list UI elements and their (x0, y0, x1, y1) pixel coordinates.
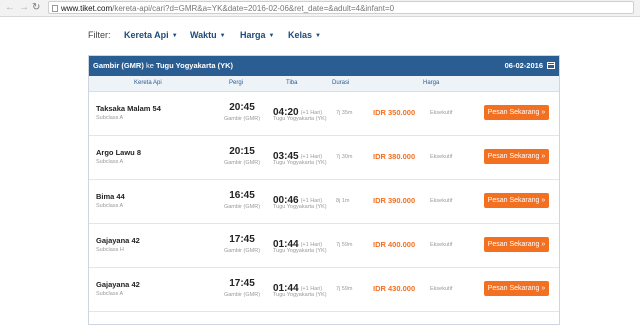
class-label: Eksekutif (430, 242, 453, 248)
book-now-button[interactable]: Pesan Sekarang » (484, 237, 549, 252)
col-duration[interactable]: Durasi (332, 76, 349, 91)
filter-kereta-api[interactable]: Kereta Api ▼ (124, 28, 178, 43)
filter-kelas[interactable]: Kelas ▼ (288, 28, 321, 43)
reload-icon[interactable]: ↻ (32, 1, 40, 15)
book-now-button[interactable]: Pesan Sekarang » (484, 193, 549, 208)
train-subclass: Subclass H (96, 247, 124, 253)
departure-time: 17:45 (229, 234, 255, 245)
departure-time: 17:45 (229, 278, 255, 289)
train-row: Argo Lawu 8 Subclass A 20:15 Gambir (GMR… (89, 136, 559, 180)
url-host: www.tiket.com (61, 4, 113, 13)
duration: 7j 35m (336, 110, 353, 116)
url-path: /kereta-api/cari?d=GMR&a=YK&date=2016-02… (112, 4, 395, 13)
train-subclass: Subclass A (96, 159, 124, 165)
class-label: Eksekutif (430, 154, 453, 160)
route-connector: ke (145, 61, 154, 70)
departure-station: Gambir (GMR) (223, 204, 261, 210)
filter-kelas-label: Kelas (288, 30, 313, 40)
book-now-button[interactable]: Pesan Sekarang » (484, 281, 549, 296)
train-row: Taksaka Malam 54 Subclass A 20:45 Gambir… (89, 92, 559, 136)
train-name: Taksaka Malam 54 (96, 104, 161, 113)
results-panel: Gambir (GMR) ke Tugu Yogyakarta (YK) 06-… (88, 55, 560, 325)
filter-label: Filter: (88, 30, 111, 40)
train-row: Bima 44 Subclass A 16:45 Gambir (GMR) 00… (89, 180, 559, 224)
departure-time: 16:45 (229, 190, 255, 201)
departure-time: 20:45 (229, 102, 255, 113)
filter-kereta-api-label: Kereta Api (124, 30, 169, 40)
price: IDR 390.000 (373, 196, 416, 205)
url-field[interactable]: www.tiket.com/kereta-api/cari?d=GMR&a=YK… (48, 1, 634, 14)
price: IDR 430.000 (373, 284, 416, 293)
back-arrow-icon[interactable]: ← (5, 1, 15, 15)
train-row: Gajayana 42 Subclass A 17:45 Gambir (GMR… (89, 268, 559, 312)
col-train[interactable]: Kereta Api (134, 76, 162, 91)
departure-station: Gambir (GMR) (223, 292, 261, 298)
book-now-button[interactable]: Pesan Sekarang » (484, 149, 549, 164)
arrival-station: Tugu Yogyakarta (YK) (273, 248, 327, 254)
train-row: Gajayana 42 Subclass H 17:45 Gambir (GMR… (89, 224, 559, 268)
forward-arrow-icon[interactable]: → (19, 1, 29, 15)
duration: 7j 30m (336, 154, 353, 160)
price: IDR 400.000 (373, 240, 416, 249)
arrival-station: Tugu Yogyakarta (YK) (273, 292, 327, 298)
departure-station: Gambir (GMR) (223, 248, 261, 254)
col-depart[interactable]: Pergi (229, 76, 243, 91)
arrival-station: Tugu Yogyakarta (YK) (273, 160, 327, 166)
class-label: Eksekutif (430, 110, 453, 116)
duration: 7j 59m (336, 286, 353, 292)
arrival-station: Tugu Yogyakarta (YK) (273, 116, 327, 122)
route-origin: Gambir (GMR) (93, 61, 144, 70)
browser-address-bar: ← → ↻ www.tiket.com/kereta-api/cari?d=GM… (0, 0, 640, 17)
route-destination: Tugu Yogyakarta (YK) (155, 61, 234, 70)
train-name: Argo Lawu 8 (96, 148, 142, 157)
filter-waktu-label: Waktu (190, 30, 217, 40)
route-date: 06-02-2016 (504, 61, 543, 70)
train-name: Gajayana 42 (96, 280, 140, 289)
column-header: Kereta Api Pergi Tiba Durasi Harga (89, 76, 559, 92)
departure-time: 20:15 (229, 146, 255, 157)
caret-down-icon: ▼ (268, 33, 275, 39)
filter-waktu[interactable]: Waktu ▼ (190, 28, 226, 43)
caret-down-icon: ▼ (315, 33, 321, 39)
calendar-icon[interactable] (547, 62, 555, 69)
price: IDR 380.000 (373, 152, 416, 161)
price: IDR 350.000 (373, 108, 416, 117)
filter-harga-label: Harga (240, 30, 266, 40)
route-header: Gambir (GMR) ke Tugu Yogyakarta (YK) 06-… (89, 56, 559, 76)
caret-down-icon: ▼ (219, 33, 226, 39)
class-label: Eksekutif (430, 198, 453, 204)
train-subclass: Subclass A (96, 115, 124, 121)
caret-down-icon: ▼ (171, 33, 178, 39)
duration: 7j 59m (336, 242, 353, 248)
train-name: Gajayana 42 (96, 236, 140, 245)
route-title: Gambir (GMR) ke Tugu Yogyakarta (YK) (93, 56, 233, 76)
book-now-button[interactable]: Pesan Sekarang » (484, 105, 549, 120)
arrival-station: Tugu Yogyakarta (YK) (273, 204, 327, 210)
class-label: Eksekutif (430, 286, 453, 292)
train-name: Bima 44 (96, 192, 125, 201)
train-subclass: Subclass A (96, 291, 124, 297)
duration: 8j 1m (336, 198, 350, 204)
col-price[interactable]: Harga (423, 76, 439, 91)
page-icon (52, 5, 58, 12)
departure-station: Gambir (GMR) (223, 160, 261, 166)
filter-harga[interactable]: Harga ▼ (240, 28, 274, 43)
departure-station: Gambir (GMR) (223, 116, 261, 122)
col-arrive[interactable]: Tiba (286, 76, 297, 91)
train-subclass: Subclass A (96, 203, 124, 209)
